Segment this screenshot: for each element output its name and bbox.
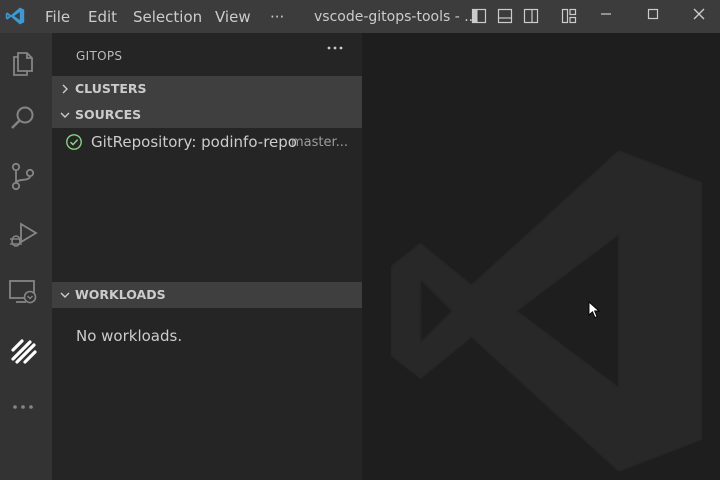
section-sources[interactable]: SOURCES: [52, 102, 362, 128]
search-icon[interactable]: [8, 103, 38, 133]
menu-more[interactable]: ···: [270, 8, 284, 26]
toggle-primary-sidebar-icon[interactable]: [471, 8, 487, 24]
vscode-watermark-icon: [390, 151, 702, 471]
title-bar: File Edit Selection View ··· vscode-gito…: [0, 0, 720, 33]
sidebar-title: GITOPS: [76, 49, 123, 63]
menu-view[interactable]: View: [215, 8, 251, 26]
toggle-panel-icon[interactable]: [497, 8, 513, 24]
sidebar: GITOPS CLUSTERS SOURCES GitRepository: p…: [52, 33, 362, 480]
section-workloads-label: WORKLOADS: [75, 287, 166, 302]
section-clusters[interactable]: CLUSTERS: [52, 76, 362, 102]
workloads-empty-message: No workloads.: [76, 327, 183, 345]
section-workloads[interactable]: WORKLOADS: [52, 282, 362, 308]
check-circle-icon: [66, 134, 82, 150]
explorer-icon[interactable]: [8, 47, 38, 77]
more-icon[interactable]: [8, 395, 38, 425]
minimize-icon[interactable]: [598, 6, 614, 22]
maximize-icon[interactable]: [645, 6, 661, 22]
chevron-right-icon: [62, 84, 68, 94]
menu-selection[interactable]: Selection: [133, 8, 202, 26]
customize-layout-icon[interactable]: [561, 8, 577, 24]
close-icon[interactable]: [691, 6, 707, 22]
source-control-icon[interactable]: [8, 161, 38, 191]
chevron-down-icon: [60, 292, 70, 298]
chevron-down-icon: [60, 112, 70, 118]
remote-explorer-icon[interactable]: [8, 277, 38, 307]
tree-item-description: master...: [291, 135, 349, 150]
tree-item-label: GitRepository: podinfo-repo: [91, 133, 297, 151]
toggle-secondary-sidebar-icon[interactable]: [523, 8, 539, 24]
menu-file[interactable]: File: [45, 8, 70, 26]
tree-item-git-repository[interactable]: GitRepository: podinfo-repo master...: [52, 130, 362, 154]
activity-bar: [0, 33, 52, 480]
more-actions-icon[interactable]: [326, 41, 344, 55]
menu-edit[interactable]: Edit: [88, 8, 117, 26]
gitops-icon[interactable]: [8, 335, 38, 365]
section-sources-label: SOURCES: [75, 107, 142, 122]
editor-area: [362, 33, 720, 480]
mouse-cursor-icon: [588, 301, 600, 319]
window-title: vscode-gitops-tools - ...: [314, 9, 478, 25]
run-debug-icon[interactable]: [8, 219, 38, 249]
vscode-logo-icon[interactable]: [5, 6, 25, 26]
section-clusters-label: CLUSTERS: [75, 81, 147, 96]
